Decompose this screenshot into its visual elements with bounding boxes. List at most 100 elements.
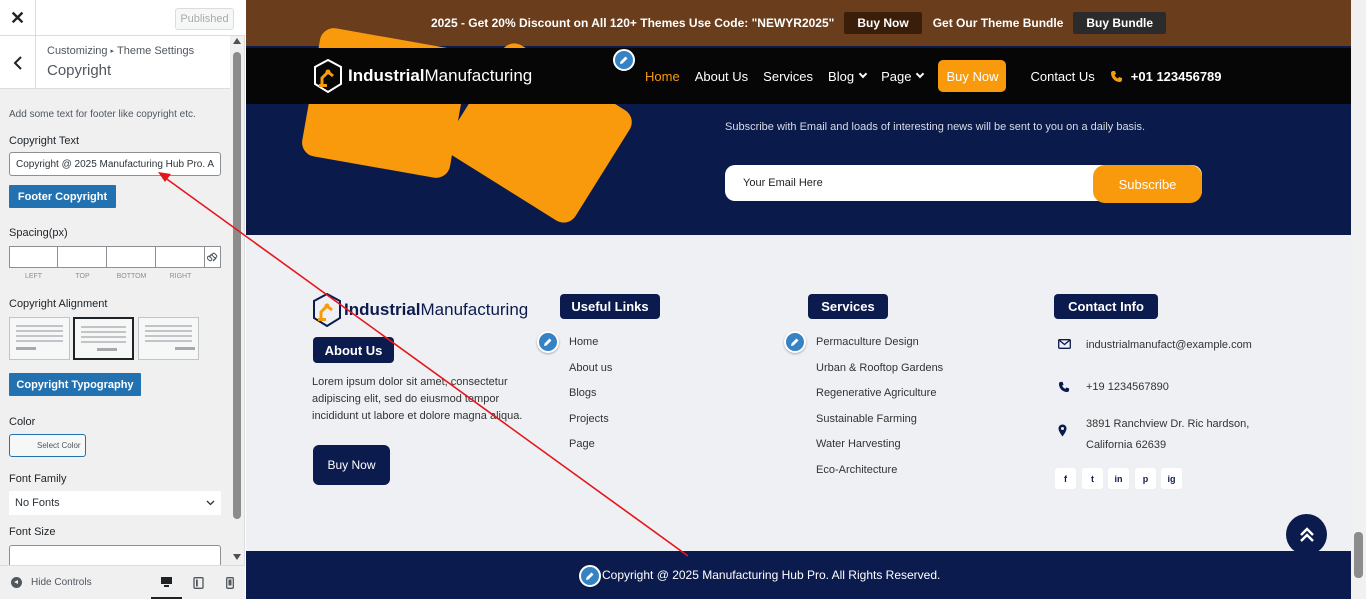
copyright-text-input[interactable] bbox=[9, 152, 221, 176]
useful-link-home[interactable]: Home bbox=[569, 335, 612, 361]
spacing-right-input[interactable] bbox=[156, 246, 205, 268]
close-icon[interactable]: ✕ bbox=[0, 0, 36, 36]
spacing-left-input[interactable] bbox=[9, 246, 58, 268]
service-link[interactable]: Eco-Architecture bbox=[816, 463, 943, 489]
customizer-footer: Hide Controls bbox=[0, 565, 245, 599]
spacing-top-input[interactable] bbox=[58, 246, 107, 268]
spacing-bottom-label: BOTTOM bbox=[116, 273, 147, 280]
hide-controls-button[interactable]: Hide Controls bbox=[11, 577, 92, 588]
spacing-bottom-input[interactable] bbox=[107, 246, 156, 268]
nav-blog-label: Blog bbox=[828, 68, 855, 84]
bundle-text: Get Our Theme Bundle bbox=[932, 16, 1064, 30]
edit-shortcut-copyright[interactable] bbox=[579, 565, 601, 587]
breadcrumb-root: Customizing bbox=[47, 45, 108, 57]
font-family-value: No Fonts bbox=[15, 497, 60, 509]
back-button[interactable] bbox=[0, 36, 36, 89]
published-button[interactable]: Published bbox=[175, 8, 234, 30]
nav-buy-now-button[interactable]: Buy Now bbox=[938, 60, 1007, 92]
about-us-text: Lorem ipsum dolor sit amet, consectetur … bbox=[312, 376, 523, 422]
preview-mobile-button[interactable] bbox=[214, 566, 245, 599]
service-link[interactable]: Regenerative Agriculture bbox=[816, 386, 943, 412]
promo-text: 2025 - Get 20% Discount on All 120+ Them… bbox=[430, 16, 835, 30]
instagram-icon[interactable]: ig bbox=[1161, 468, 1182, 489]
twitter-icon[interactable]: t bbox=[1082, 468, 1103, 489]
align-center-option[interactable] bbox=[73, 317, 134, 360]
edit-shortcut-links[interactable] bbox=[537, 331, 559, 353]
scroll-thumb[interactable] bbox=[233, 52, 241, 519]
copyright-text-label: Copyright Text bbox=[9, 135, 80, 147]
site-logo[interactable]: IndustrialManufacturing bbox=[313, 58, 533, 94]
customizer-sidebar: ✕ Published Customizing ▸ Theme Settings C… bbox=[0, 0, 245, 599]
chevron-left-icon bbox=[13, 55, 22, 70]
select-color-button[interactable]: Select Color bbox=[9, 434, 86, 457]
align-right-option[interactable] bbox=[138, 317, 199, 360]
footer-copyright-button[interactable]: Footer Copyright bbox=[9, 185, 116, 208]
edit-shortcut-services[interactable] bbox=[784, 331, 806, 353]
customizer-header: ✕ Published bbox=[0, 0, 245, 36]
linkedin-icon[interactable]: in bbox=[1108, 468, 1129, 489]
double-chevron-up-icon bbox=[1299, 526, 1314, 542]
useful-link-about[interactable]: About us bbox=[569, 361, 612, 387]
contact-phone[interactable]: +19 1234567890 bbox=[1058, 377, 1169, 398]
spacing-inputs bbox=[9, 246, 221, 268]
subscribe-button[interactable]: Subscribe bbox=[1093, 165, 1202, 203]
site-preview: 2025 - Get 20% Discount on All 120+ Them… bbox=[246, 0, 1351, 599]
newsletter-subtitle: Subscribe with Email and loads of intere… bbox=[725, 121, 1146, 133]
contact-address: 3891 Ranchview Dr. Ric hardson, Californi… bbox=[1058, 414, 1249, 456]
header-phone[interactable]: +01 123456789 bbox=[1110, 69, 1222, 84]
link-values-button[interactable] bbox=[205, 246, 221, 268]
promo-buy-now-button[interactable]: Buy Now bbox=[844, 12, 922, 34]
useful-link-projects[interactable]: Projects bbox=[569, 412, 612, 438]
pinterest-icon[interactable]: p bbox=[1135, 468, 1156, 489]
nav-blog[interactable]: Blog bbox=[828, 68, 868, 84]
alignment-label: Copyright Alignment bbox=[9, 298, 108, 310]
preview-tablet-button[interactable] bbox=[183, 566, 214, 599]
robot-arm-logo-icon bbox=[313, 58, 343, 94]
pencil-icon bbox=[586, 572, 594, 580]
services-list: Permaculture Design Urban & Rooftop Gard… bbox=[816, 335, 943, 489]
section-header: Customizing ▸ Theme Settings Copyright bbox=[0, 36, 230, 89]
facebook-icon[interactable]: f bbox=[1055, 468, 1076, 489]
nav-home[interactable]: Home bbox=[645, 69, 680, 84]
contact-info-heading: Contact Info bbox=[1054, 294, 1158, 319]
logo-text-regular: Manufacturing bbox=[424, 66, 533, 85]
logo-text-bold: Industrial bbox=[348, 66, 425, 85]
useful-link-blogs[interactable]: Blogs bbox=[569, 386, 612, 412]
copyright-typography-button[interactable]: Copyright Typography bbox=[9, 373, 141, 396]
nav-about-us[interactable]: About Us bbox=[695, 69, 748, 84]
spacing-label: Spacing(px) bbox=[9, 227, 68, 239]
scroll-to-top-button[interactable] bbox=[1286, 514, 1327, 555]
useful-links-list: Home About us Blogs Projects Page bbox=[569, 335, 612, 463]
scroll-down-arrow[interactable] bbox=[233, 554, 241, 560]
footer-buy-now-button[interactable]: Buy Now bbox=[313, 445, 390, 485]
contact-phone-text: +19 1234567890 bbox=[1086, 381, 1169, 393]
header-phone-number: +01 123456789 bbox=[1130, 68, 1222, 84]
pencil-icon bbox=[620, 56, 628, 64]
spacing-right-label: RIGHT bbox=[169, 273, 192, 280]
service-link[interactable]: Sustainable Farming bbox=[816, 412, 943, 438]
font-family-select[interactable]: No Fonts bbox=[9, 491, 221, 515]
mobile-icon bbox=[225, 577, 234, 589]
scroll-up-arrow[interactable] bbox=[233, 38, 241, 44]
preview-scroll-thumb[interactable] bbox=[1354, 532, 1363, 578]
contact-email[interactable]: industrialmanufact@example.com bbox=[1058, 335, 1252, 356]
sidebar-scrollbar[interactable] bbox=[231, 36, 244, 564]
align-left-option[interactable] bbox=[9, 317, 70, 360]
tablet-icon bbox=[193, 577, 204, 589]
footer-logo[interactable]: IndustrialManufacturing bbox=[312, 292, 528, 328]
preview-scrollbar[interactable] bbox=[1351, 0, 1366, 599]
nav-page[interactable]: Page bbox=[881, 69, 925, 84]
copyright-text: Copyright @ 2025 Manufacturing Hub Pro. … bbox=[602, 568, 941, 582]
service-link[interactable]: Water Harvesting bbox=[816, 437, 943, 463]
nav-contact-us[interactable]: Contact Us bbox=[1030, 69, 1094, 84]
useful-link-page[interactable]: Page bbox=[569, 437, 612, 463]
font-size-input[interactable] bbox=[9, 545, 221, 567]
service-link[interactable]: Urban & Rooftop Gardens bbox=[816, 361, 943, 387]
font-family-label: Font Family bbox=[9, 473, 67, 485]
buy-bundle-button[interactable]: Buy Bundle bbox=[1073, 12, 1167, 34]
edit-shortcut-header[interactable] bbox=[613, 49, 635, 71]
service-link[interactable]: Permaculture Design bbox=[816, 335, 943, 361]
nav-services[interactable]: Services bbox=[763, 69, 813, 84]
collapse-icon bbox=[11, 577, 22, 588]
preview-desktop-button[interactable] bbox=[151, 566, 182, 599]
